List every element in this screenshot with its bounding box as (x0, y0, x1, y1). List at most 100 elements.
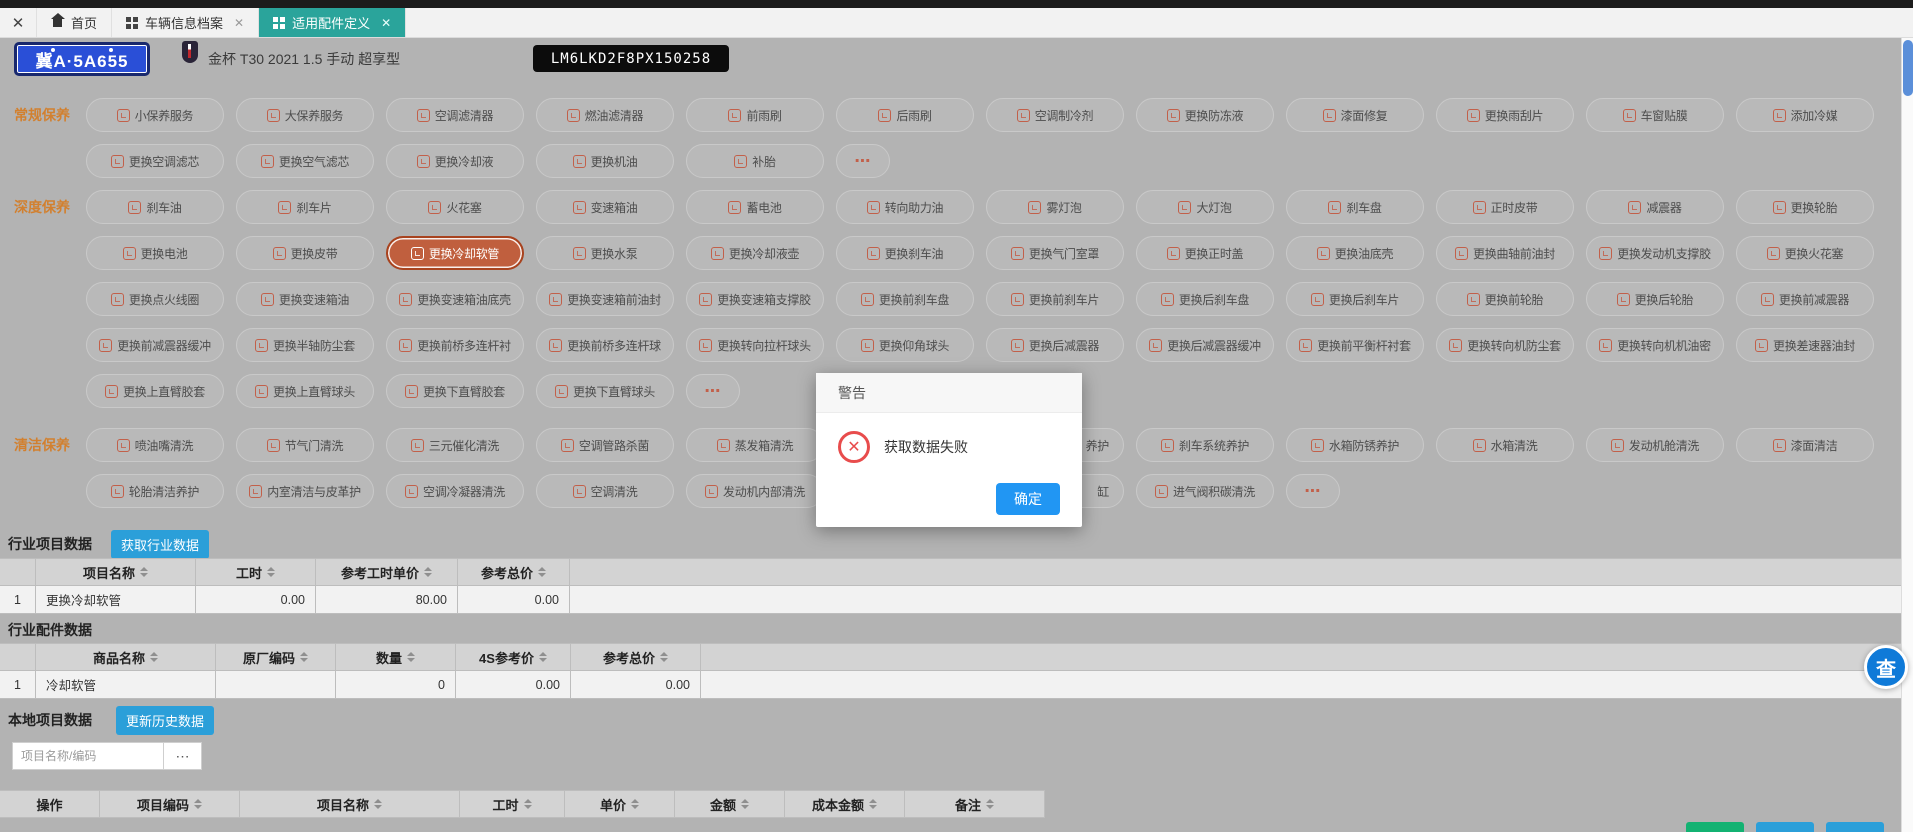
tab-close-icon[interactable]: ✕ (381, 16, 391, 30)
sort-arrows-icon[interactable] (524, 799, 532, 809)
sortable-column-header[interactable]: 商品名称 (36, 644, 216, 671)
sortable-column-header[interactable]: 备注 (905, 791, 1045, 818)
cutoff-button-3[interactable] (1826, 822, 1884, 832)
service-pill[interactable]: 更换半轴防尘套 (236, 328, 374, 362)
service-pill[interactable]: 空调清洗 (536, 474, 674, 508)
service-pill[interactable]: 三元催化清洗 (386, 428, 524, 462)
sortable-column-header[interactable]: 数量 (336, 644, 456, 671)
tab-universal-parts-definition[interactable]: 适用配件定义 ✕ (259, 8, 406, 37)
service-pill[interactable]: 更换皮带 (236, 236, 374, 270)
sortable-column-header[interactable]: 项目名称 (36, 559, 196, 586)
sort-arrows-icon[interactable] (539, 652, 547, 662)
service-pill[interactable]: 喷油嘴清洗 (86, 428, 224, 462)
service-pill[interactable]: 燃油滤清器 (536, 98, 674, 132)
sort-arrows-icon[interactable] (150, 652, 158, 662)
service-pill[interactable]: 更换冷却软管 (386, 236, 524, 270)
service-pill[interactable]: 水箱防锈养护 (1286, 428, 1424, 462)
sort-arrows-icon[interactable] (741, 799, 749, 809)
service-pill[interactable]: 更换上直臂胶套 (86, 374, 224, 408)
sort-arrows-icon[interactable] (631, 799, 639, 809)
sortable-column-header[interactable]: 参考工时单价 (316, 559, 458, 586)
service-pill[interactable]: 更换前刹车盘 (836, 282, 974, 316)
sort-arrows-icon[interactable] (407, 652, 415, 662)
update-history-data-button[interactable]: 更新历史数据 (116, 706, 214, 735)
service-pill[interactable]: 发动机内部清洗 (686, 474, 824, 508)
more-services-button[interactable]: ⋯ (1286, 474, 1340, 508)
service-pill[interactable]: 更换后减震器缓冲 (1136, 328, 1274, 362)
service-pill[interactable]: 后雨刷 (836, 98, 974, 132)
service-pill[interactable]: 更换机油 (536, 144, 674, 178)
service-pill[interactable]: 刹车系统养护 (1136, 428, 1274, 462)
service-pill[interactable]: 前雨刷 (686, 98, 824, 132)
sortable-column-header[interactable]: 单价 (565, 791, 675, 818)
service-pill[interactable]: 空调冷凝器清洗 (386, 474, 524, 508)
service-pill[interactable]: 补胎 (686, 144, 824, 178)
service-pill[interactable]: 更换后刹车片 (1286, 282, 1424, 316)
vertical-scrollbar[interactable] (1901, 38, 1913, 832)
dialog-ok-button[interactable]: 确定 (996, 483, 1060, 515)
service-pill[interactable]: 更换雨刮片 (1436, 98, 1574, 132)
service-pill[interactable]: 空调制冷剂 (986, 98, 1124, 132)
service-pill[interactable]: 更换空调滤芯 (86, 144, 224, 178)
service-pill[interactable]: 添加冷媒 (1736, 98, 1874, 132)
service-pill[interactable]: 空调滤清器 (386, 98, 524, 132)
service-pill[interactable]: 更换正时盖 (1136, 236, 1274, 270)
service-pill[interactable]: 火花塞 (386, 190, 524, 224)
service-pill[interactable]: 蒸发箱清洗 (686, 428, 824, 462)
service-pill[interactable]: 更换冷却液壶 (686, 236, 824, 270)
service-pill[interactable]: 更换油底壳 (1286, 236, 1424, 270)
tab-vehicle-info-archive[interactable]: 车辆信息档案 ✕ (112, 8, 259, 37)
service-pill[interactable]: 更换变速箱支撑胶 (686, 282, 824, 316)
service-pill[interactable]: 减震器 (1586, 190, 1724, 224)
service-pill[interactable]: 雾灯泡 (986, 190, 1124, 224)
project-name-code-input[interactable] (12, 742, 164, 770)
service-pill[interactable]: 刹车油 (86, 190, 224, 224)
service-pill[interactable]: 内室清洁与皮革护 (236, 474, 374, 508)
sortable-column-header[interactable]: 参考总价 (458, 559, 570, 586)
service-pill[interactable]: 更换变速箱油 (236, 282, 374, 316)
fetch-industry-data-button[interactable]: 获取行业数据 (111, 530, 209, 559)
service-pill[interactable]: 更换前桥多连杆球 (536, 328, 674, 362)
service-pill[interactable]: 更换电池 (86, 236, 224, 270)
service-pill[interactable]: 小保养服务 (86, 98, 224, 132)
service-pill[interactable]: 更换火花塞 (1736, 236, 1874, 270)
service-pill[interactable]: 更换气门室罩 (986, 236, 1124, 270)
service-pill[interactable]: 更换后轮胎 (1586, 282, 1724, 316)
sortable-column-header[interactable]: 金额 (675, 791, 785, 818)
scrollbar-thumb[interactable] (1903, 40, 1913, 96)
service-pill[interactable]: 更换前桥多连杆衬 (386, 328, 524, 362)
sort-arrows-icon[interactable] (267, 567, 275, 577)
service-pill[interactable]: 进气阀积碳清洗 (1136, 474, 1274, 508)
service-pill[interactable]: 刹车盘 (1286, 190, 1424, 224)
service-pill[interactable]: 更换前刹车片 (986, 282, 1124, 316)
close-all-tabs-icon[interactable]: ✕ (0, 8, 36, 37)
service-pill[interactable]: 更换转向机防尘套 (1436, 328, 1574, 362)
service-pill[interactable]: 节气门清洗 (236, 428, 374, 462)
service-pill[interactable]: 更换变速箱油底壳 (386, 282, 524, 316)
sortable-column-header[interactable]: 项目编码 (100, 791, 240, 818)
cutoff-button-2[interactable] (1756, 822, 1814, 832)
service-pill[interactable]: 更换差速器油封 (1736, 328, 1874, 362)
sortable-column-header[interactable]: 参考总价 (571, 644, 701, 671)
service-pill[interactable]: 更换仰角球头 (836, 328, 974, 362)
service-pill[interactable]: 漆面修复 (1286, 98, 1424, 132)
service-pill[interactable]: 更换前轮胎 (1436, 282, 1574, 316)
service-pill[interactable]: 转向助力油 (836, 190, 974, 224)
service-pill[interactable]: 更换空气滤芯 (236, 144, 374, 178)
service-pill[interactable]: 更换刹车油 (836, 236, 974, 270)
service-pill[interactable]: 轮胎清洁养护 (86, 474, 224, 508)
service-pill[interactable]: 更换前减震器 (1736, 282, 1874, 316)
sort-arrows-icon[interactable] (424, 567, 432, 577)
service-pill[interactable]: 更换轮胎 (1736, 190, 1874, 224)
tab-home[interactable]: 首页 (36, 8, 112, 37)
sort-arrows-icon[interactable] (538, 567, 546, 577)
sort-arrows-icon[interactable] (140, 567, 148, 577)
service-pill[interactable]: 大灯泡 (1136, 190, 1274, 224)
service-pill[interactable]: 更换转向机机油密 (1586, 328, 1724, 362)
service-pill[interactable]: 更换水泵 (536, 236, 674, 270)
service-pill[interactable]: 空调管路杀菌 (536, 428, 674, 462)
sort-arrows-icon[interactable] (374, 799, 382, 809)
service-pill[interactable]: 正时皮带 (1436, 190, 1574, 224)
sortable-column-header[interactable]: 原厂编码 (216, 644, 336, 671)
service-pill[interactable]: 更换冷却液 (386, 144, 524, 178)
